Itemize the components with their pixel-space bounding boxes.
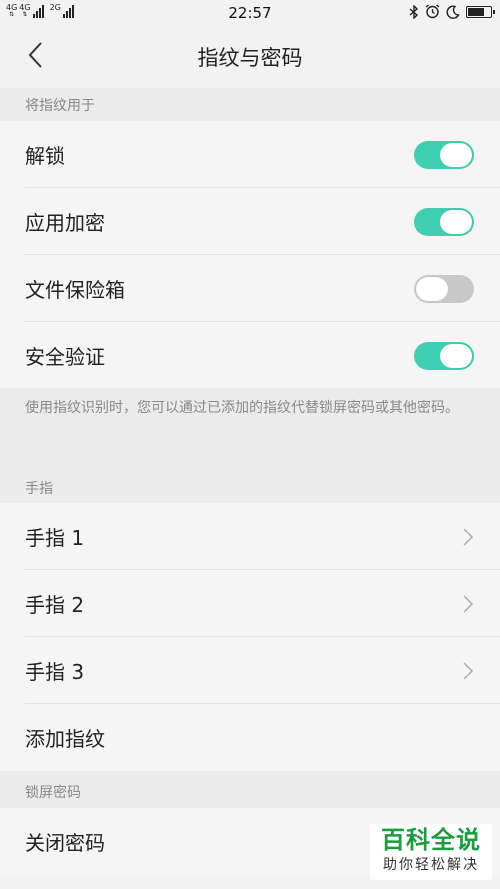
chevron-right-icon <box>463 595 474 613</box>
row-label: 手指 1 <box>25 526 85 550</box>
row-finger-2[interactable]: 手指 2 <box>0 570 500 637</box>
app-encryption-toggle[interactable] <box>414 208 474 236</box>
row-app-encryption[interactable]: 应用加密 <box>0 188 500 255</box>
chevron-left-icon <box>28 42 42 68</box>
row-finger-3[interactable]: 手指 3 <box>0 637 500 704</box>
alarm-icon <box>425 4 440 19</box>
back-button[interactable] <box>20 39 50 71</box>
moon-icon <box>446 5 460 19</box>
section-header-fingers: 手指 <box>0 458 500 503</box>
security-verification-toggle[interactable] <box>414 342 474 370</box>
file-safe-toggle[interactable] <box>414 275 474 303</box>
chevron-right-icon <box>463 528 474 546</box>
status-bar: 4G ⇅ 4G ⇅ 2G 22:57 <box>0 0 500 27</box>
row-label: 关闭密码 <box>25 831 105 855</box>
row-label: 手指 3 <box>25 660 85 684</box>
title-bar: 指纹与密码 <box>0 27 500 83</box>
section-header-lock-password: 锁屏密码 <box>0 771 500 808</box>
battery-icon <box>466 5 495 18</box>
row-file-safe[interactable]: 文件保险箱 <box>0 255 500 322</box>
row-finger-1[interactable]: 手指 1 <box>0 503 500 570</box>
row-label: 安全验证 <box>25 345 105 369</box>
chevron-right-icon <box>463 662 474 680</box>
unlock-toggle[interactable] <box>414 141 474 169</box>
row-security-verification[interactable]: 安全验证 <box>0 322 500 389</box>
watermark-logo: 百科全说 助你轻松解决 <box>370 824 492 880</box>
section-header-fingerprint-use: 将指纹用于 <box>0 88 500 121</box>
add-fingerprint-button[interactable]: 添加指纹 <box>0 704 500 771</box>
fingerprint-note: 使用指纹识别时，您可以通过已添加的指纹代替锁屏密码或其他密码。 <box>0 388 500 458</box>
row-label: 解锁 <box>25 144 65 168</box>
row-label: 手指 2 <box>25 593 85 617</box>
watermark-sub-text: 助你轻松解决 <box>383 857 479 873</box>
row-label: 添加指纹 <box>25 727 105 751</box>
bluetooth-icon <box>409 4 419 19</box>
row-label: 应用加密 <box>25 211 105 235</box>
page-title: 指纹与密码 <box>197 46 303 70</box>
watermark-main-text: 百科全说 <box>381 826 481 854</box>
row-unlock[interactable]: 解锁 <box>0 121 500 188</box>
row-label: 文件保险箱 <box>25 278 125 302</box>
